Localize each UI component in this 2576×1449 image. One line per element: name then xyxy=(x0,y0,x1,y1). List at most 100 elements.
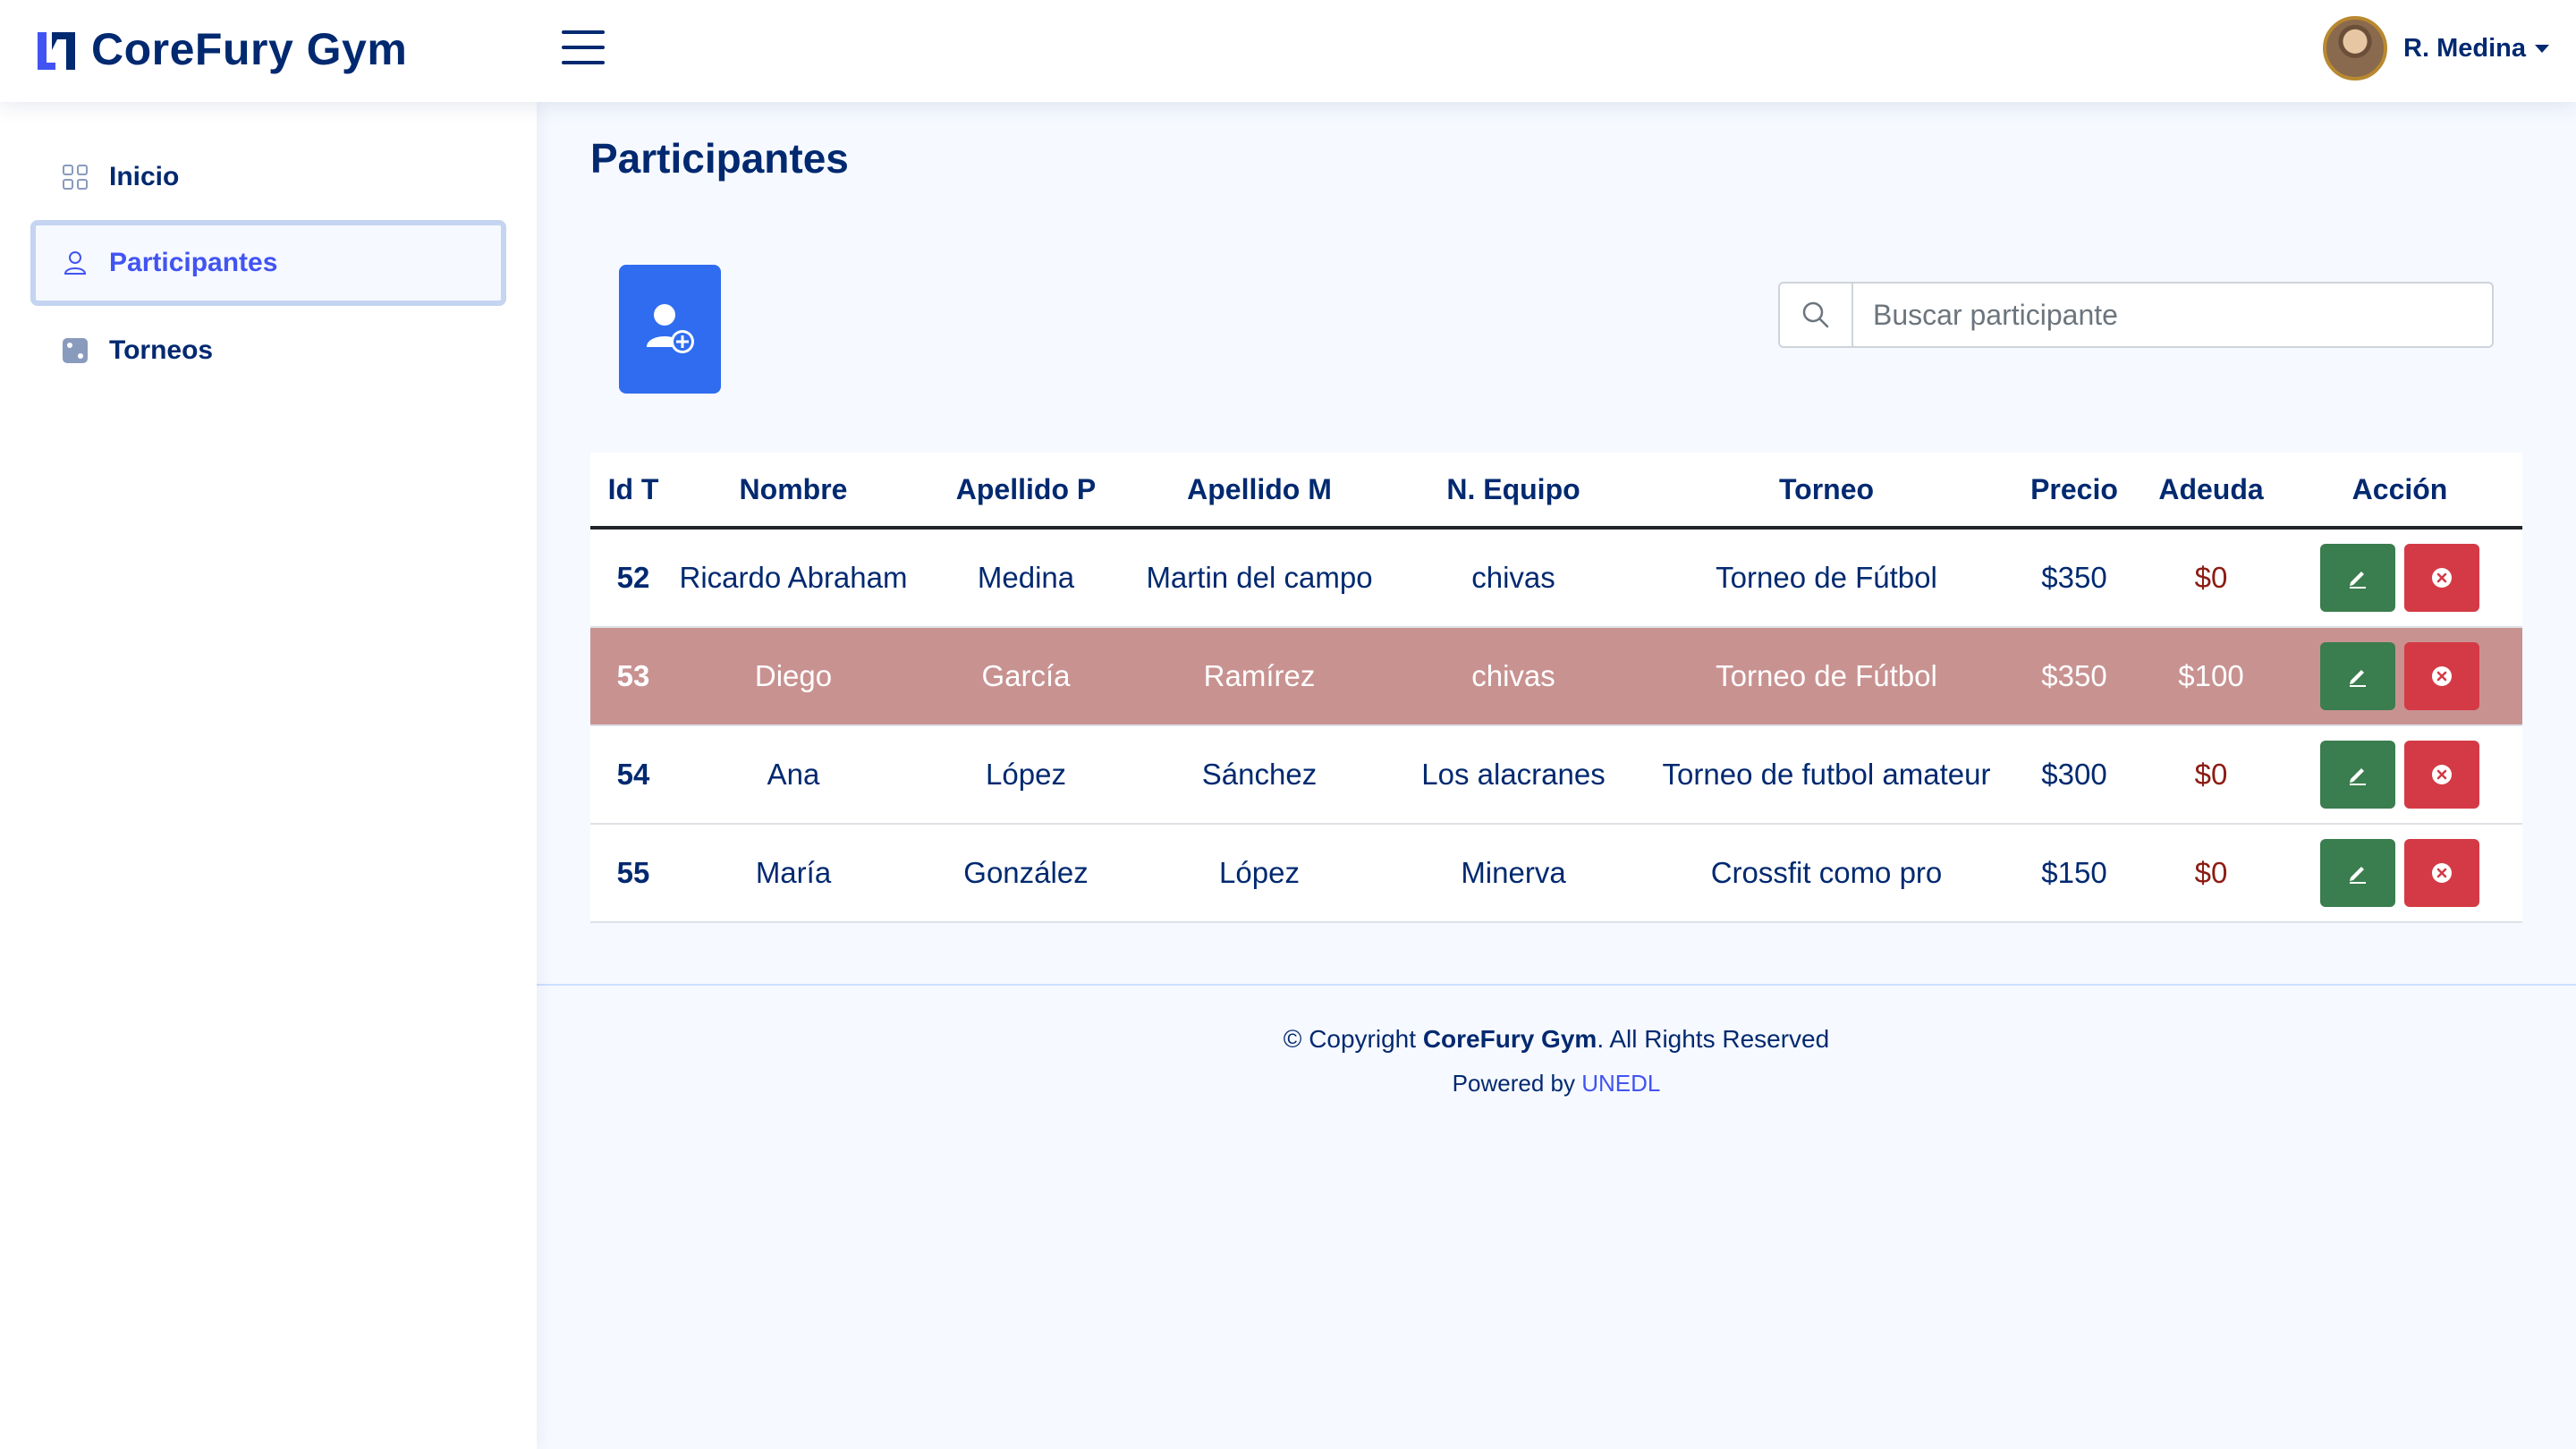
x-circle-icon xyxy=(2432,863,2452,883)
cell-actions xyxy=(2277,725,2522,825)
cell-torneo: Torneo de futbol amateur xyxy=(1649,725,2004,825)
column-header-apellido-m: Apellido M xyxy=(1141,453,1377,530)
cell-adeuda: $0 xyxy=(2145,725,2277,825)
cell-apellido-p: García xyxy=(911,627,1141,726)
sidebar-item-participantes[interactable]: Participantes xyxy=(30,220,506,306)
search-bar xyxy=(1778,282,2494,348)
cell-equipo: Minerva xyxy=(1377,824,1649,923)
sidebar-item-torneos[interactable]: Torneos xyxy=(30,308,506,394)
cell-apellido-m: Ramírez xyxy=(1141,627,1377,726)
footer-divider xyxy=(537,984,2576,987)
powered-link[interactable]: UNEDL xyxy=(1581,1070,1660,1097)
brand-name: CoreFury Gym xyxy=(91,24,408,74)
sidebar-item-label: Participantes xyxy=(109,248,278,277)
cell-id: 55 xyxy=(590,824,676,923)
cell-adeuda: $0 xyxy=(2145,824,2277,923)
sidebar-item-inicio[interactable]: Inicio xyxy=(30,134,506,220)
grid-icon xyxy=(63,165,88,190)
table-header: Id T Nombre Apellido P Apellido M N. Equ… xyxy=(590,453,2522,530)
cell-apellido-m: Martin del campo xyxy=(1141,528,1377,628)
table-row: 52 Ricardo Abraham Medina Martin del cam… xyxy=(590,528,2522,628)
column-header-adeuda: Adeuda xyxy=(2145,453,2277,530)
person-add-icon xyxy=(647,304,694,353)
cell-nombre: Ana xyxy=(676,725,911,825)
cell-torneo: Torneo de Fútbol xyxy=(1649,528,2004,628)
sidebar: Inicio Participantes Torneos xyxy=(0,102,537,1449)
cell-precio: $350 xyxy=(2004,528,2145,628)
search-input[interactable] xyxy=(1853,282,2494,348)
cell-apellido-m: Sánchez xyxy=(1141,725,1377,825)
cell-equipo: Los alacranes xyxy=(1377,725,1649,825)
delete-button[interactable] xyxy=(2404,642,2479,710)
top-header: CoreFury Gym R. Medina xyxy=(0,0,2576,102)
cell-precio: $350 xyxy=(2004,627,2145,726)
cell-apellido-p: López xyxy=(911,725,1141,825)
cell-precio: $150 xyxy=(2004,824,2145,923)
pencil-icon xyxy=(2350,670,2366,687)
cell-precio: $300 xyxy=(2004,725,2145,825)
footer-copyright: © Copyright CoreFury Gym. All Rights Res… xyxy=(537,1025,2576,1054)
chevron-down-icon xyxy=(2535,44,2549,53)
footer-powered: Powered by UNEDL xyxy=(537,1070,2576,1097)
cell-id: 54 xyxy=(590,725,676,825)
person-icon xyxy=(64,251,87,275)
profile-name: R. Medina xyxy=(2403,33,2526,63)
cell-nombre: Ricardo Abraham xyxy=(676,528,911,628)
delete-button[interactable] xyxy=(2404,741,2479,809)
avatar xyxy=(2323,16,2388,80)
edit-button[interactable] xyxy=(2320,642,2395,710)
powered-prefix: Powered by xyxy=(1452,1070,1582,1097)
sidebar-item-label: Inicio xyxy=(109,162,180,191)
cell-actions xyxy=(2277,627,2522,726)
copyright-prefix: © Copyright xyxy=(1283,1025,1423,1053)
delete-button[interactable] xyxy=(2404,544,2479,612)
cell-equipo: chivas xyxy=(1377,627,1649,726)
add-participant-button[interactable] xyxy=(619,265,721,394)
column-header-nombre: Nombre xyxy=(676,453,911,530)
menu-toggle-icon[interactable] xyxy=(562,30,605,66)
cell-apellido-m: López xyxy=(1141,824,1377,923)
column-header-id: Id T xyxy=(590,453,676,530)
cell-nombre: María xyxy=(676,824,911,923)
cell-adeuda: $0 xyxy=(2145,528,2277,628)
delete-button[interactable] xyxy=(2404,839,2479,907)
participants-table-container: Id T Nombre Apellido P Apellido M N. Equ… xyxy=(590,453,2522,923)
table-row-debt: 53 Diego García Ramírez chivas Torneo de… xyxy=(590,627,2522,726)
x-circle-icon xyxy=(2432,765,2452,784)
pencil-icon xyxy=(2350,768,2366,785)
edit-button[interactable] xyxy=(2320,741,2395,809)
edit-button[interactable] xyxy=(2320,544,2395,612)
x-circle-icon xyxy=(2432,666,2452,686)
cell-actions xyxy=(2277,528,2522,628)
edit-button[interactable] xyxy=(2320,839,2395,907)
profile-dropdown[interactable]: R. Medina xyxy=(2323,16,2549,80)
column-header-torneo: Torneo xyxy=(1649,453,2004,530)
pencil-icon xyxy=(2350,867,2366,884)
cell-torneo: Crossfit como pro xyxy=(1649,824,2004,923)
copyright-brand: CoreFury Gym xyxy=(1422,1025,1597,1053)
logo-icon xyxy=(38,32,75,70)
cell-apellido-p: Medina xyxy=(911,528,1141,628)
page-title: Participantes xyxy=(590,135,849,182)
search-icon xyxy=(1802,301,1829,328)
dice-icon xyxy=(63,338,88,363)
table-row: 55 María González López Minerva Crossfit… xyxy=(590,824,2522,923)
column-header-precio: Precio xyxy=(2004,453,2145,530)
x-circle-icon xyxy=(2432,568,2452,588)
column-header-accion: Acción xyxy=(2277,453,2522,530)
cell-actions xyxy=(2277,824,2522,923)
cell-id: 53 xyxy=(590,627,676,726)
cell-apellido-p: González xyxy=(911,824,1141,923)
table-row: 54 Ana López Sánchez Los alacranes Torne… xyxy=(590,725,2522,825)
cell-adeuda: $100 xyxy=(2145,627,2277,726)
cell-nombre: Diego xyxy=(676,627,911,726)
participants-table: Id T Nombre Apellido P Apellido M N. Equ… xyxy=(590,453,2522,923)
cell-torneo: Torneo de Fútbol xyxy=(1649,627,2004,726)
brand-logo[interactable]: CoreFury Gym xyxy=(34,23,407,75)
search-button[interactable] xyxy=(1778,282,1853,348)
column-header-equipo: N. Equipo xyxy=(1377,453,1649,530)
pencil-icon xyxy=(2350,572,2366,589)
copyright-suffix: . All Rights Reserved xyxy=(1597,1025,1830,1053)
cell-id: 52 xyxy=(590,528,676,628)
column-header-apellido-p: Apellido P xyxy=(911,453,1141,530)
